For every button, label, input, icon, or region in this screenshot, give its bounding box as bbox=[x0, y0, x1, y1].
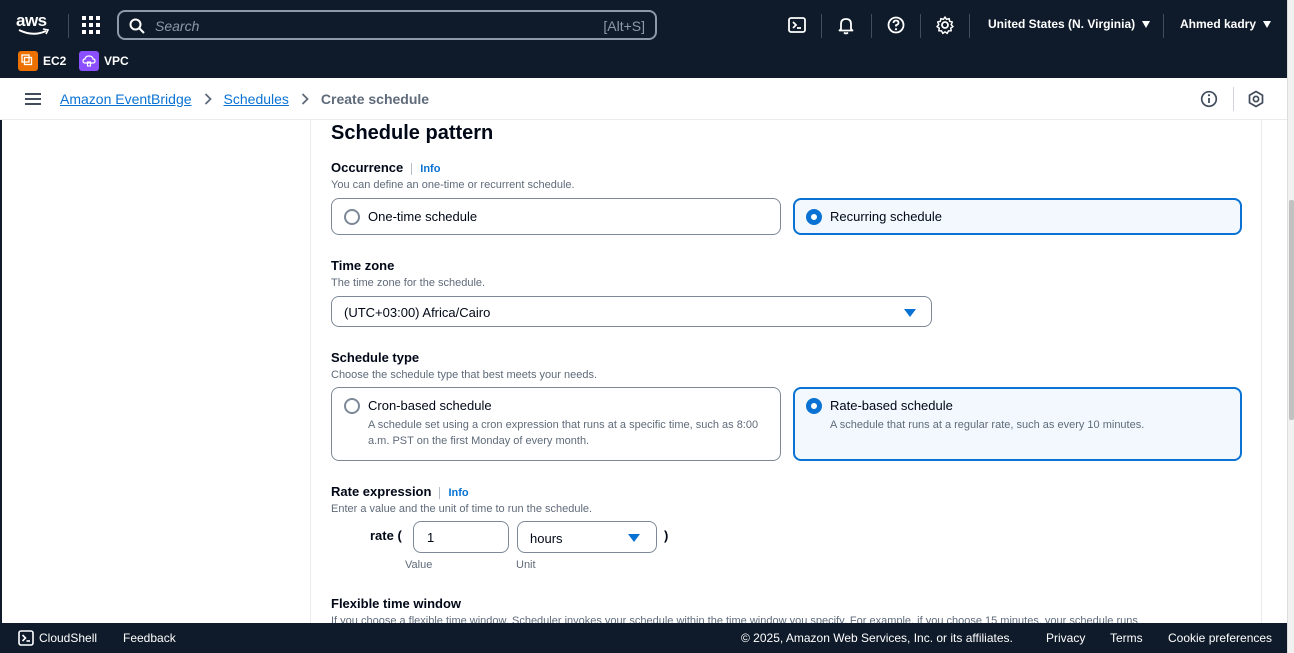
privacy-link[interactable]: Privacy bbox=[1046, 631, 1085, 645]
search-input[interactable]: Search [Alt+S] bbox=[117, 10, 657, 40]
region-selector[interactable]: United States (N. Virginia) bbox=[988, 17, 1151, 31]
timezone-description: The time zone for the schedule. bbox=[331, 277, 486, 289]
option-description: A schedule set using a cron expression t… bbox=[368, 419, 759, 447]
breadcrumb-eventbridge[interactable]: Amazon EventBridge bbox=[60, 91, 192, 107]
caret-down-icon bbox=[1142, 21, 1151, 28]
schedule-type-description: Choose the schedule type that best meets… bbox=[331, 369, 597, 381]
favorite-label: VPC bbox=[104, 54, 129, 68]
breadcrumb: Amazon EventBridge Schedules Create sche… bbox=[60, 91, 429, 107]
caret-down-icon bbox=[904, 309, 916, 317]
option-label: Recurring schedule bbox=[830, 209, 943, 224]
flexible-window-label: Flexible time window bbox=[331, 596, 462, 611]
cron-based-schedule-option[interactable]: Cron-based schedule A schedule set using… bbox=[331, 387, 781, 461]
copyright-text: © 2025, Amazon Web Services, Inc. or its… bbox=[741, 631, 1013, 645]
recurring-schedule-option[interactable]: Recurring schedule bbox=[793, 198, 1242, 235]
schedule-type-label: Schedule type bbox=[331, 350, 420, 365]
rate-prefix: rate ( bbox=[370, 528, 402, 543]
option-description: A schedule that runs at a regular rate, … bbox=[830, 419, 1145, 431]
search-icon bbox=[129, 18, 145, 34]
caret-down-icon bbox=[628, 534, 640, 542]
terms-link[interactable]: Terms bbox=[1110, 631, 1143, 645]
gear-icon[interactable] bbox=[935, 15, 955, 35]
cloudshell-link[interactable]: CloudShell bbox=[39, 631, 97, 645]
option-label: Rate-based schedule bbox=[830, 398, 953, 413]
schedule-pattern-panel: Schedule pattern Occurrence Info You can … bbox=[311, 120, 1262, 623]
divider bbox=[68, 14, 69, 38]
divider bbox=[821, 14, 822, 38]
breadcrumb-schedules[interactable]: Schedules bbox=[224, 91, 289, 107]
rate-based-schedule-option[interactable]: Rate-based schedule A schedule that runs… bbox=[793, 387, 1242, 461]
favorite-label: EC2 bbox=[43, 54, 67, 68]
assistant-icon[interactable] bbox=[1247, 90, 1265, 108]
vpc-icon bbox=[79, 51, 99, 71]
cloudshell-icon[interactable] bbox=[787, 15, 807, 35]
timezone-value: (UTC+03:00) Africa/Cairo bbox=[344, 305, 491, 320]
rate-expression-description: Enter a value and the unit of time to ru… bbox=[331, 503, 593, 515]
radio-button-selected[interactable] bbox=[806, 209, 822, 225]
occurrence-label-text: Occurrence bbox=[331, 160, 404, 175]
radio-button-selected[interactable] bbox=[806, 398, 822, 414]
help-icon[interactable] bbox=[886, 15, 906, 35]
aws-smile-icon bbox=[18, 28, 50, 35]
rate-unit-value: hours bbox=[530, 531, 563, 546]
breadcrumb-bar: Amazon EventBridge Schedules Create sche… bbox=[0, 78, 1287, 120]
aws-logo-text: aws bbox=[16, 11, 47, 30]
radio-button[interactable] bbox=[344, 209, 360, 225]
option-label: Cron-based schedule bbox=[368, 398, 492, 413]
footer: CloudShell Feedback © 2025, Amazon Web S… bbox=[0, 623, 1287, 653]
cookie-preferences-link[interactable]: Cookie preferences bbox=[1168, 631, 1272, 645]
services-grid-icon[interactable] bbox=[82, 16, 102, 36]
rate-expression-label: Rate expression Info bbox=[331, 484, 469, 499]
divider bbox=[969, 14, 970, 38]
option-label: One-time schedule bbox=[368, 209, 478, 224]
unit-caption: Unit bbox=[516, 559, 536, 571]
one-time-schedule-option[interactable]: One-time schedule bbox=[331, 198, 781, 235]
divider bbox=[1163, 14, 1164, 38]
favorite-ec2[interactable]: EC2 bbox=[18, 50, 66, 72]
top-navigation-row: aws Search [Alt+S] United States (N. Vir… bbox=[0, 4, 1287, 44]
occurrence-label: Occurrence Info bbox=[331, 160, 441, 175]
menu-icon[interactable] bbox=[25, 93, 41, 105]
divider bbox=[920, 14, 921, 38]
chevron-right-icon bbox=[204, 93, 212, 105]
scrollbar[interactable] bbox=[1287, 0, 1294, 653]
aws-logo[interactable]: aws bbox=[16, 12, 54, 40]
user-name: Ahmed kadry bbox=[1180, 17, 1257, 31]
rate-value: 1 bbox=[427, 530, 435, 545]
divider bbox=[1233, 87, 1234, 111]
timezone-select[interactable]: (UTC+03:00) Africa/Cairo bbox=[331, 296, 932, 327]
search-shortcut: [Alt+S] bbox=[603, 18, 645, 34]
timezone-label: Time zone bbox=[331, 258, 395, 273]
ec2-icon bbox=[18, 51, 38, 71]
search-placeholder: Search bbox=[155, 18, 200, 34]
chevron-right-icon bbox=[301, 93, 309, 105]
favorite-vpc[interactable]: VPC bbox=[79, 50, 129, 72]
side-panel bbox=[0, 120, 311, 623]
info-panel-icon[interactable] bbox=[1200, 90, 1218, 108]
top-navigation: aws Search [Alt+S] United States (N. Vir… bbox=[0, 0, 1287, 78]
rate-expression-label-text: Rate expression bbox=[331, 484, 432, 499]
rate-value-input[interactable]: 1 bbox=[413, 521, 509, 553]
value-caption: Value bbox=[405, 559, 433, 571]
region-label: United States (N. Virginia) bbox=[988, 17, 1136, 31]
cloudshell-icon[interactable] bbox=[18, 630, 34, 646]
occurrence-info-link[interactable]: Info bbox=[411, 163, 441, 175]
rate-expression-info-link[interactable]: Info bbox=[439, 487, 469, 499]
rate-suffix: ) bbox=[664, 528, 669, 543]
radio-button[interactable] bbox=[344, 398, 360, 414]
flexible-window-description: If you choose a flexible time window, Sc… bbox=[331, 615, 1138, 623]
scrollbar-thumb[interactable] bbox=[1289, 200, 1294, 420]
bell-icon[interactable] bbox=[836, 15, 856, 35]
rate-unit-select[interactable]: hours bbox=[517, 521, 657, 553]
caret-down-icon bbox=[1263, 21, 1272, 28]
account-menu[interactable]: Ahmed kadry bbox=[1180, 17, 1272, 31]
feedback-link[interactable]: Feedback bbox=[123, 631, 176, 645]
breadcrumb-current: Create schedule bbox=[320, 91, 430, 107]
section-title: Schedule pattern bbox=[331, 122, 494, 144]
occurrence-description: You can define an one-time or recurrent … bbox=[331, 179, 575, 191]
divider bbox=[871, 14, 872, 38]
